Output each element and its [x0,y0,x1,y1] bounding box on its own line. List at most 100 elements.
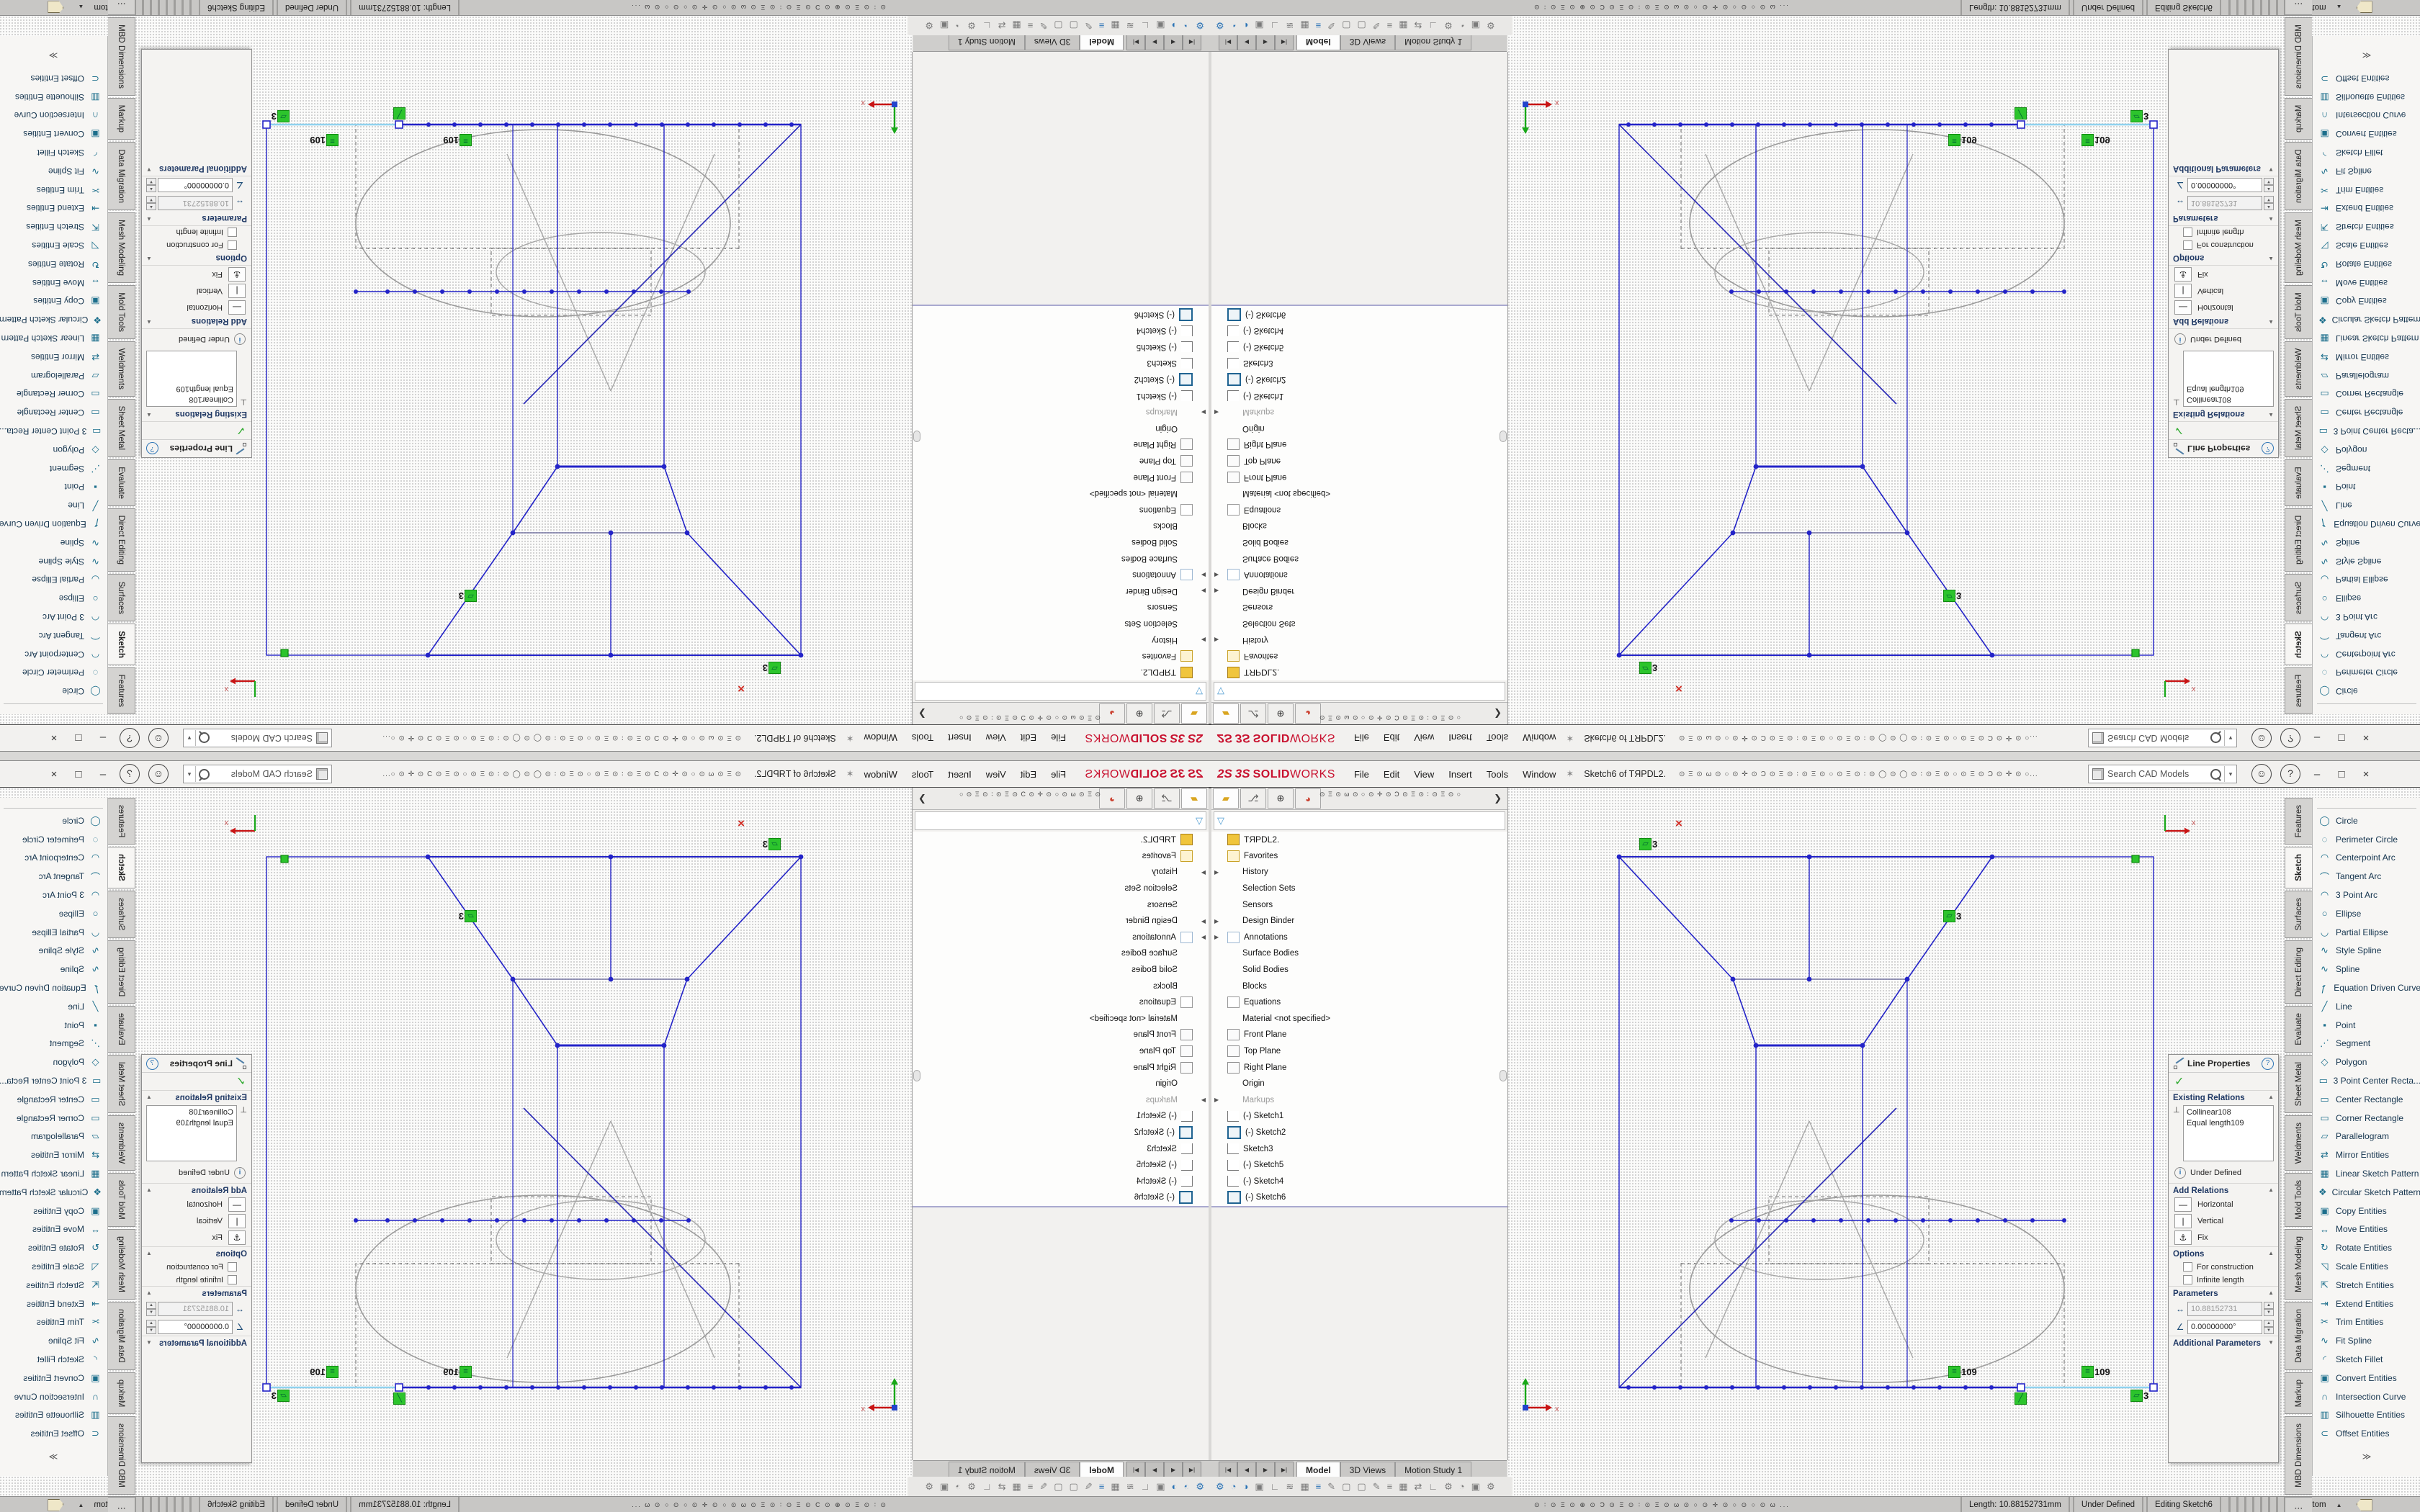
tab-scroll-button[interactable]: ▶ [1256,1462,1275,1477]
view-setting-icon[interactable]: ▦ [1399,20,1407,32]
checkbox[interactable] [228,1275,237,1284]
view-setting-icon[interactable]: ⚙ [1196,20,1204,32]
palette-item[interactable]: ⇥ Extend Entities [2313,199,2420,217]
view-toolbar-icon[interactable] [1876,700,1892,716]
relations-listbox[interactable]: Collinear108Equal length109 [146,1105,237,1161]
view-setting-icon[interactable]: ◑ [1172,1481,1178,1492]
view-setting-icon[interactable]: ⚙ [967,20,976,32]
palette-item[interactable]: ○ Ellipse [0,904,107,923]
view-setting-icon[interactable]: ◔ [1183,1481,1189,1492]
command-tab[interactable]: Surfaces [2285,575,2312,621]
menu-item[interactable]: Window [1515,730,1563,747]
more-tools-chevron-icon[interactable]: ≫ [2313,1452,2420,1462]
palette-item[interactable]: ◠ 3 Point Arc [0,886,107,904]
palette-item[interactable]: ↻ Rotate Entities [0,255,107,274]
view-toolbar-icon[interactable] [871,700,887,716]
document-tab[interactable]: Model [1296,1462,1340,1477]
palette-item[interactable]: ◠ 3 Point Arc [2313,608,2420,626]
tree-item[interactable]: Front Plane [1211,469,1507,485]
palette-item[interactable]: ∿ Spline [0,960,107,978]
tree-item[interactable]: (-) Sketch1 [1211,387,1507,404]
menu-item[interactable]: Tools [1479,730,1515,747]
view-setting-icon[interactable]: ≡ [1028,20,1034,31]
view-toolbar-icon[interactable] [1775,700,1791,716]
relation-button[interactable]: — [2174,300,2192,315]
view-toolbar-icon[interactable] [1755,700,1771,716]
tree-item[interactable]: Sensors [1211,599,1507,616]
command-tab[interactable]: Weldments [2285,341,2312,397]
tree-item[interactable]: Blocks [913,518,1209,534]
view-toolbar-icon[interactable] [568,796,584,812]
palette-item[interactable]: ○ Ellipse [2313,904,2420,923]
view-toolbar-icon[interactable] [1634,796,1650,812]
tab-featuremanager-icon[interactable]: ▰ [1181,703,1207,724]
tree-item[interactable]: Front Plane [913,469,1209,485]
palette-item[interactable]: ▪ Point [0,477,107,496]
view-toolbar-icon[interactable] [1513,796,1529,812]
view-setting-icon[interactable]: ▢ [1342,20,1350,32]
search-dropdown-caret[interactable]: ▾ [2224,766,2236,782]
view-toolbar-icon[interactable] [790,700,806,716]
tree-item[interactable]: ▶ Design Binder [913,913,1209,930]
view-setting-icon[interactable]: ◑ [1172,20,1178,31]
relation-item[interactable]: Equal length109 [150,383,233,394]
expand-arrow-icon[interactable]: ▶ [1214,869,1223,876]
command-tab[interactable]: Surfaces [2285,891,2312,937]
close-button[interactable]: × [42,732,66,744]
palette-item[interactable]: ⇥ Extend Entities [0,1295,107,1313]
command-tab[interactable]: Features [108,798,135,845]
palette-item[interactable]: ▦ Linear Sketch Pattern [2313,329,2420,348]
tree-item[interactable]: ▶ Annotations [1211,930,1507,946]
document-tab[interactable]: Model [1080,1462,1124,1477]
tree-item[interactable]: Sketch3 [913,1140,1209,1157]
palette-item[interactable]: ╱ Line [2313,496,2420,515]
tree-item[interactable]: Right Plane [913,1059,1209,1076]
tree-item[interactable]: Favorites [913,648,1209,665]
command-tab[interactable]: Weldments [108,341,135,397]
tree-item[interactable]: Favorites [1211,848,1507,865]
view-toolbar-icon[interactable] [1594,700,1610,716]
palette-item[interactable]: ⇱ Stretch Entities [2313,1276,2420,1295]
pin-menu-icon[interactable]: ✶ [1566,732,1574,744]
tree-item[interactable]: ▶ Markups [913,404,1209,420]
menu-item[interactable]: View [1407,730,1441,747]
tree-item[interactable]: (-) Sketch5 [1211,1157,1507,1174]
line-relation-badge[interactable]: ╱ [393,107,405,120]
tree-item[interactable]: Origin [913,420,1209,437]
palette-item[interactable]: ∩ Intersection Curve [0,107,107,125]
view-toolbar-icon[interactable] [609,700,624,716]
view-toolbar-icon[interactable] [1937,700,1953,716]
view-setting-icon[interactable]: ∟ [982,20,992,31]
view-setting-icon[interactable]: ✎ [1327,1481,1335,1493]
view-toolbar-icon[interactable] [528,700,544,716]
view-setting-icon[interactable]: ▦ [1300,20,1309,32]
collapse-caret-icon[interactable]: ▲ [146,410,152,418]
tree-item[interactable]: (-) Sketch6 [1211,306,1507,323]
relations-listbox[interactable]: Collinear108Equal length109 [2183,1105,2274,1161]
view-setting-icon[interactable]: ✎ [1039,1481,1047,1493]
relations-listbox[interactable]: Collinear108Equal length109 [2183,351,2274,407]
view-setting-icon[interactable]: ▢ [1054,1481,1062,1493]
palette-item[interactable]: ◌ Perimeter Circle [2313,830,2420,849]
view-setting-icon[interactable]: ≡ [1028,1481,1034,1492]
command-tab[interactable]: Mesh Modeling [108,212,135,283]
palette-item[interactable]: ▭ 3 Point Center Recta... [2313,422,2420,441]
close-sketch-icon[interactable]: × [1675,816,1682,831]
tree-item[interactable]: (-) Sketch6 [913,1189,1209,1206]
parallel-relation-badge[interactable]: ▱3 [2130,110,2148,122]
palette-item[interactable]: ◜ Sketch Fillet [0,143,107,162]
view-toolbar-icon[interactable] [1836,700,1852,716]
command-tab[interactable]: Sketch [108,624,135,665]
view-setting-icon[interactable]: ⇄ [998,1481,1006,1493]
tab-scroll-button[interactable]: |◀ [1219,1462,1237,1477]
relation-item[interactable]: Equal length109 [150,1118,233,1129]
length-input[interactable]: 10.88152731 [2187,1302,2262,1316]
palette-item[interactable]: ◡ Partial Ellipse [2313,923,2420,942]
command-tab[interactable]: Mesh Modeling [2285,1229,2312,1300]
view-toolbar-icon[interactable] [609,796,624,812]
command-tab[interactable]: ⋮ [2285,0,2312,15]
view-setting-icon[interactable]: ≡ [1316,20,1322,31]
collapse-caret-icon[interactable]: ▲ [2268,214,2274,222]
view-toolbar-icon[interactable] [750,796,766,812]
tree-item[interactable]: (-) Sketch2 [1211,1125,1507,1141]
